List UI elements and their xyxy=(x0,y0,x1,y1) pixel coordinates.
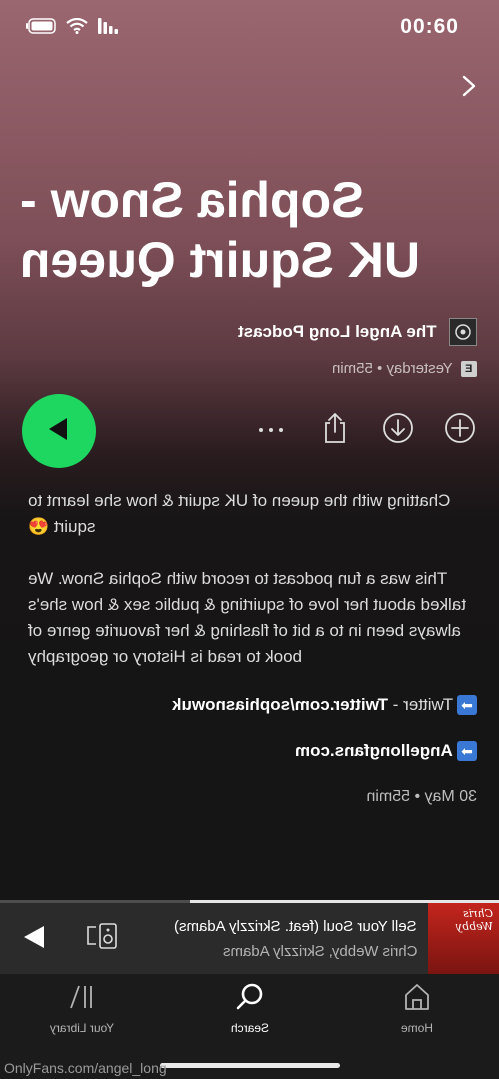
watermark-text: OnlyFans.com/angel_long xyxy=(4,1060,167,1076)
tab-search[interactable]: Search xyxy=(190,982,310,1035)
episode-title: Sophia Snow - UK Squirt Queen xyxy=(20,170,479,290)
mini-album-art[interactable]: Chris Webby xyxy=(428,903,499,974)
connect-device-icon[interactable] xyxy=(86,922,118,955)
tab-library-label: Your Library xyxy=(49,1021,115,1035)
twitter-label: Twitter - xyxy=(387,695,453,714)
battery-icon xyxy=(26,18,56,39)
tab-home[interactable]: Home xyxy=(357,982,477,1035)
episode-screen: 00:60 Sophia Snow - UK Squirt Queen The … xyxy=(0,0,499,1079)
signal-icon xyxy=(98,18,118,39)
wifi-icon xyxy=(66,17,88,39)
twitter-text[interactable]: Twitter - Twitter.com/sophiasnowuk xyxy=(172,692,453,718)
description-body: This was a fun podcast to record with So… xyxy=(28,569,466,666)
explicit-badge: E xyxy=(461,360,477,377)
home-indicator xyxy=(160,1063,340,1068)
episode-title-line2: UK Squirt Queen xyxy=(20,232,421,288)
twitter-line[interactable]: Twitter - Twitter.com/sophiasnowuk ⬅ xyxy=(28,692,477,718)
arrow-left-icon: ⬅ xyxy=(457,741,477,761)
description-footer: 30 May • 55min xyxy=(366,788,477,805)
episode-date-duration: Yesterday • 55min xyxy=(332,360,453,377)
episode-title-line1: Sophia Snow - xyxy=(20,172,365,228)
status-bar: 00:60 xyxy=(0,0,499,56)
episode-description: Chatting with the queen of UK squirt & h… xyxy=(28,488,477,810)
tab-library[interactable]: Your Library xyxy=(22,982,142,1035)
description-intro: Chatting with the queen of UK squirt & h… xyxy=(28,491,451,536)
back-chevron-icon[interactable] xyxy=(461,74,477,103)
fans-line[interactable]: Angellongfans.com ⬅ xyxy=(28,738,477,764)
twitter-link[interactable]: Twitter.com/sophiasnowuk xyxy=(172,695,388,714)
show-name[interactable]: The Angel Long Podcast xyxy=(238,322,437,342)
mini-track-artist: Chris Webby, Skrizzly Adams xyxy=(222,943,418,960)
more-options-icon[interactable] xyxy=(256,418,286,447)
arrow-left-icon: ⬅ xyxy=(457,695,477,715)
library-icon xyxy=(67,985,97,1016)
mini-track-title: Sell Your Soul (feat. Skrizzly Adams) xyxy=(174,918,417,935)
podcast-cover-icon xyxy=(449,318,477,346)
home-icon xyxy=(402,984,432,1016)
fans-link[interactable]: Angellongfans.com xyxy=(295,738,453,764)
share-icon[interactable] xyxy=(322,412,348,449)
status-time: 00:60 xyxy=(400,15,459,38)
playback-progress xyxy=(0,900,499,903)
album-art-text: Chris Webby xyxy=(455,907,493,933)
status-icons xyxy=(26,17,118,39)
add-icon[interactable] xyxy=(444,412,476,449)
episode-meta: Yesterday • 55min E xyxy=(332,360,477,377)
tab-home-label: Home xyxy=(401,1021,434,1035)
play-button[interactable] xyxy=(22,394,96,468)
mini-play-icon[interactable] xyxy=(22,924,46,955)
tab-search-label: Search xyxy=(230,1021,270,1035)
show-row[interactable]: The Angel Long Podcast xyxy=(238,318,477,346)
mini-player[interactable]: Sell Your Soul (feat. Skrizzly Adams) Ch… xyxy=(0,900,499,974)
download-icon[interactable] xyxy=(382,412,414,449)
play-icon xyxy=(45,415,73,448)
search-icon xyxy=(235,983,265,1016)
